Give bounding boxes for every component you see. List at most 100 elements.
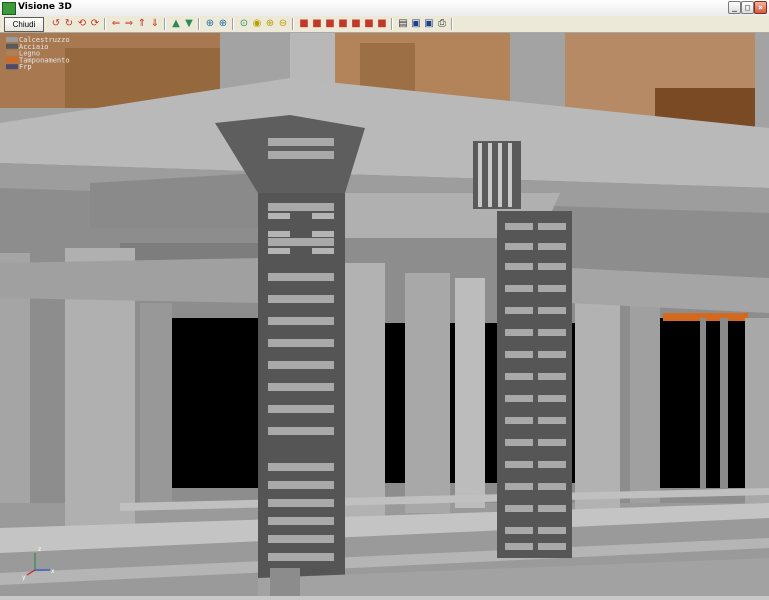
steel-batten (538, 223, 566, 230)
steel-batten (505, 395, 533, 402)
steel-batten (268, 405, 334, 413)
view-iso-alt-icon[interactable]: ■ (376, 18, 388, 30)
save-icon[interactable]: ▣ (410, 18, 422, 30)
steel-batten (538, 373, 566, 380)
steel-batten (268, 203, 334, 211)
legend-label: Frp (19, 63, 32, 71)
column-mid (340, 263, 385, 523)
view-top-icon[interactable]: ■ (350, 18, 362, 30)
view-right-icon[interactable]: ■ (337, 18, 349, 30)
steel-batten (538, 395, 566, 402)
steel-batten (268, 535, 334, 543)
steel-batten (312, 213, 334, 219)
steel-batten (312, 248, 334, 254)
close-window-button[interactable]: × (754, 1, 767, 14)
toolbar: Chiudi ↺ ↻ ⟲ ⟳ ⇐ ⇒ ⇑ ⇓ ▲ ▼ ⊕ ⊕ ⊙ ◉ ⊕ ⊖ ■ ■ ■ ■ ■ ■ ■ ▤ ▣ ▣ ⎙ (0, 16, 769, 33)
profile-flange (488, 143, 492, 207)
pan-down-icon[interactable]: ⇓ (149, 18, 161, 30)
legend-swatch (6, 57, 18, 63)
pan-right-icon[interactable]: ⇒ (123, 18, 135, 30)
steel-batten (268, 481, 334, 489)
maximize-button[interactable]: □ (741, 1, 754, 14)
window-title: Visione 3D (18, 2, 72, 12)
steel-batten (538, 243, 566, 250)
column-thin-2 (720, 318, 728, 488)
view-front-icon[interactable]: ■ (298, 18, 310, 30)
steel-batten (538, 527, 566, 534)
column-right (575, 273, 620, 513)
move-back-icon[interactable]: ▼ (183, 18, 195, 30)
steel-batten (268, 517, 334, 525)
steel-batten (268, 383, 334, 391)
status-bar (0, 596, 769, 600)
move-forward-icon[interactable]: ▲ (170, 18, 182, 30)
toolbar-separator (391, 18, 393, 30)
x-axis-label: x (51, 568, 55, 575)
profile-flange (498, 143, 502, 207)
zoom-icon[interactable]: ⊕ (204, 18, 216, 30)
profile-flange (508, 143, 512, 207)
print-icon[interactable]: ⎙ (436, 18, 448, 30)
steel-batten (505, 263, 533, 270)
zoom-extent-icon[interactable]: ⊙ (238, 18, 250, 30)
steel-batten (268, 499, 334, 507)
steel-batten (505, 543, 533, 550)
steel-batten (538, 285, 566, 292)
view-left-icon[interactable]: ■ (324, 18, 336, 30)
steel-batten (268, 273, 334, 281)
column-mid-2 (405, 273, 450, 513)
app-icon (2, 2, 16, 15)
steel-batten (268, 463, 334, 471)
steel-batten (505, 373, 533, 380)
3d-viewport[interactable]: Calcestruzzo Acciaio Legno Tamponamento Frp … (0, 33, 769, 600)
legend-swatch (6, 43, 18, 49)
rotate-up-icon[interactable]: ⟲ (76, 18, 88, 30)
steel-batten (538, 483, 566, 490)
steel-batten (268, 427, 334, 435)
column-right-2 (630, 288, 660, 503)
rotate-right-icon[interactable]: ↻ (63, 18, 75, 30)
steel-batten (538, 351, 566, 358)
notes-icon[interactable]: ▤ (397, 18, 409, 30)
steel-batten (268, 238, 334, 246)
steel-batten (268, 138, 334, 146)
save-as-icon[interactable]: ▣ (423, 18, 435, 30)
beam-lower-left (0, 258, 260, 303)
view-back-icon[interactable]: ■ (311, 18, 323, 30)
steel-batten (538, 543, 566, 550)
zoom-in-icon[interactable]: ⊕ (217, 18, 229, 30)
steel-batten (538, 439, 566, 446)
title-bar[interactable]: Visione 3D _ □ × (0, 0, 769, 17)
steel-batten (505, 527, 533, 534)
rotate-down-icon[interactable]: ⟳ (89, 18, 101, 30)
pan-left-icon[interactable]: ⇐ (110, 18, 122, 30)
toolbar-separator (198, 18, 200, 30)
steel-batten (268, 361, 334, 369)
zoom-in-alt-icon[interactable]: ⊕ (264, 18, 276, 30)
visione-3d-window: Visione 3D _ □ × Chiudi ↺ ↻ ⟲ ⟳ ⇐ ⇒ ⇑ ⇓ ▲ ▼ ⊕ ⊕ ⊙ ◉ ⊕ ⊖… (0, 0, 769, 600)
steel-batten (538, 417, 566, 424)
zoom-window-icon[interactable]: ◉ (251, 18, 263, 30)
steel-batten (538, 505, 566, 512)
steel-batten (538, 329, 566, 336)
column-back-left (140, 303, 172, 503)
view-iso-icon[interactable]: ■ (363, 18, 375, 30)
rotate-left-icon[interactable]: ↺ (50, 18, 62, 30)
legend-swatch (6, 50, 18, 56)
pan-up-icon[interactable]: ⇑ (136, 18, 148, 30)
steel-batten (268, 213, 290, 219)
steel-batten (538, 263, 566, 270)
steel-batten (505, 505, 533, 512)
steel-batten (505, 329, 533, 336)
steel-batten (268, 151, 334, 159)
chiudi-button[interactable]: Chiudi (4, 17, 44, 32)
steel-batten (312, 231, 334, 237)
column-thin (700, 318, 706, 488)
zoom-out-icon[interactable]: ⊖ (277, 18, 289, 30)
steel-batten (505, 223, 533, 230)
steel-batten (505, 243, 533, 250)
steel-batten (268, 231, 290, 237)
minimize-button[interactable]: _ (728, 1, 741, 14)
3d-scene[interactable]: CalcestruzzoAcciaioLegnoTamponamentoFrp … (0, 33, 769, 600)
steel-batten (505, 285, 533, 292)
